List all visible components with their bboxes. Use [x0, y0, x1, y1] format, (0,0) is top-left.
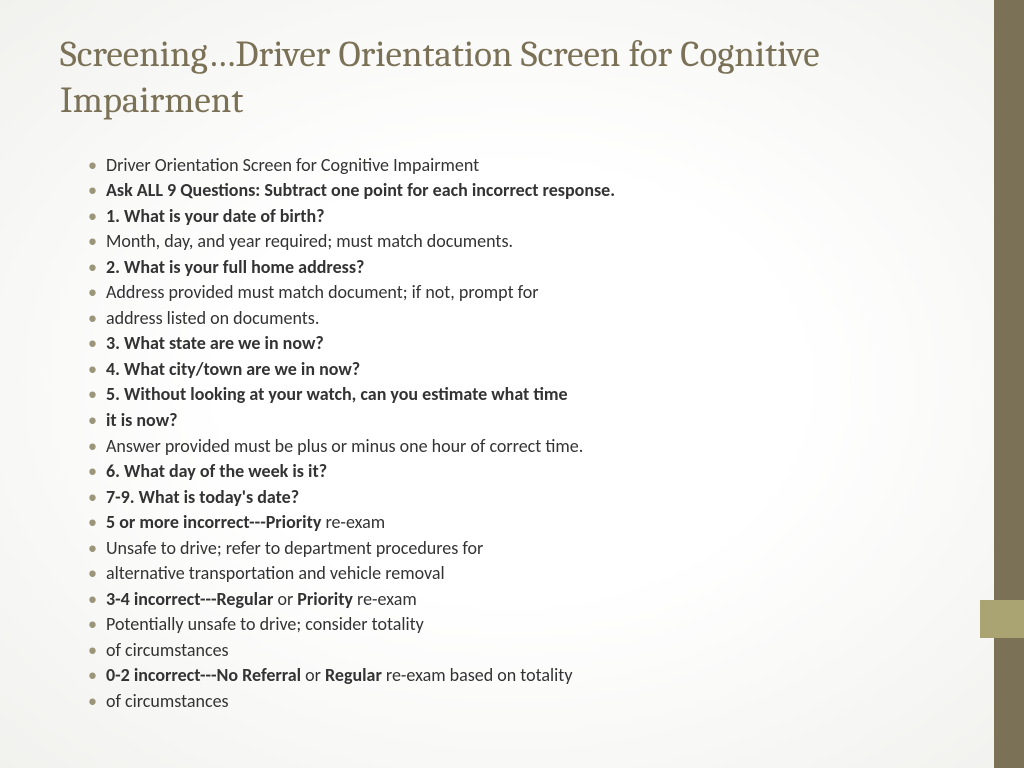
- bullet-item: of circumstances: [88, 689, 920, 715]
- bullet-list: Driver Orientation Screen for Cognitive …: [60, 153, 920, 715]
- bullet-text: alternative transportation and vehicle r…: [106, 562, 445, 584]
- bullet-text: 7-9. What is today's date?: [106, 486, 299, 508]
- bullet-text: 5 or more incorrect---Priority: [106, 511, 325, 533]
- bullet-text: 5. Without looking at your watch, can yo…: [106, 383, 568, 405]
- bullet-item: 5 or more incorrect---Priority re-exam: [88, 510, 920, 536]
- bullet-text: Answer provided must be plus or minus on…: [106, 435, 583, 457]
- bullet-item: Address provided must match document; if…: [88, 280, 920, 306]
- bullet-text: 0-2 incorrect---No Referral: [106, 664, 305, 686]
- bullet-item: 3-4 incorrect---Regular or Priority re-e…: [88, 587, 920, 613]
- bullet-item: 3. What state are we in now?: [88, 331, 920, 357]
- bullet-item: Potentially unsafe to drive; consider to…: [88, 612, 920, 638]
- bullet-text: 4. What city/town are we in now?: [106, 358, 360, 380]
- bullet-text: or: [277, 588, 297, 610]
- bullet-item: alternative transportation and vehicle r…: [88, 561, 920, 587]
- bullet-text: or: [305, 664, 325, 686]
- bullet-text: Regular: [325, 664, 386, 686]
- bullet-item: Month, day, and year required; must matc…: [88, 229, 920, 255]
- bullet-item: 4. What city/town are we in now?: [88, 357, 920, 383]
- bullet-text: Month, day, and year required; must matc…: [106, 230, 513, 252]
- bullet-text: it is now?: [106, 409, 177, 431]
- bullet-item: 2. What is your full home address?: [88, 255, 920, 281]
- bullet-item: address listed on documents.: [88, 306, 920, 332]
- bullet-item: Unsafe to drive; refer to department pro…: [88, 536, 920, 562]
- right-sidebar-stripe: [994, 0, 1024, 768]
- bullet-text: of circumstances: [106, 690, 229, 712]
- bullet-text: Priority: [297, 588, 357, 610]
- bullet-text: re-exam: [325, 511, 385, 533]
- bullet-text: re-exam: [357, 588, 417, 610]
- bullet-item: it is now?: [88, 408, 920, 434]
- bullet-text: Driver Orientation Screen for Cognitive …: [106, 154, 479, 176]
- right-accent-block: [980, 600, 1024, 638]
- bullet-text: of circumstances: [106, 639, 229, 661]
- bullet-text: address listed on documents.: [106, 307, 319, 329]
- bullet-text: Unsafe to drive; refer to department pro…: [106, 537, 483, 559]
- bullet-text: 3. What state are we in now?: [106, 332, 324, 354]
- bullet-item: 6. What day of the week is it?: [88, 459, 920, 485]
- bullet-text: Potentially unsafe to drive; consider to…: [106, 613, 424, 635]
- bullet-text: re-exam based on totality: [386, 664, 573, 686]
- slide-body: Screening…Driver Orientation Screen for …: [0, 0, 980, 735]
- bullet-item: 7-9. What is today's date?: [88, 485, 920, 511]
- bullet-text: Ask ALL 9 Questions: Subtract one point …: [106, 179, 615, 201]
- bullet-item: Driver Orientation Screen for Cognitive …: [88, 153, 920, 179]
- bullet-item: 1. What is your date of birth?: [88, 204, 920, 230]
- bullet-text: 2. What is your full home address?: [106, 256, 364, 278]
- bullet-item: 0-2 incorrect---No Referral or Regular r…: [88, 663, 920, 689]
- bullet-text: 3-4 incorrect---Regular: [106, 588, 277, 610]
- bullet-item: 5. Without looking at your watch, can yo…: [88, 382, 920, 408]
- bullet-text: 1. What is your date of birth?: [106, 205, 325, 227]
- bullet-item: Ask ALL 9 Questions: Subtract one point …: [88, 178, 920, 204]
- bullet-text: 6. What day of the week is it?: [106, 460, 327, 482]
- bullet-text: Address provided must match document; if…: [106, 281, 539, 303]
- slide-title: Screening…Driver Orientation Screen for …: [60, 32, 920, 125]
- bullet-item: of circumstances: [88, 638, 920, 664]
- bullet-item: Answer provided must be plus or minus on…: [88, 434, 920, 460]
